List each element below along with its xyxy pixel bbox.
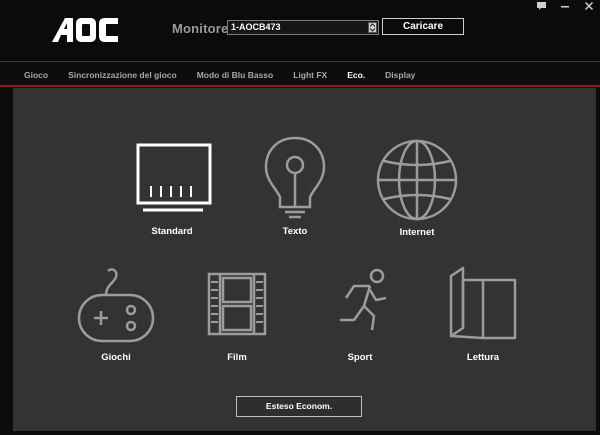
app-header: Monitore 1-AOCB473 Caricare	[0, 0, 600, 62]
gamepad-icon	[77, 268, 155, 343]
mode-label: Lettura	[466, 352, 500, 363]
mode-label: Standard	[151, 226, 193, 237]
chat-icon[interactable]	[534, 0, 548, 12]
monitor-label: Monitore	[172, 21, 229, 36]
film-icon	[207, 272, 267, 336]
tab-gioco[interactable]: Gioco	[24, 68, 48, 82]
globe-icon	[376, 139, 458, 221]
window-controls	[534, 0, 596, 12]
monitor-icon	[136, 143, 212, 212]
mode-label: Texto	[282, 226, 308, 237]
mode-texto[interactable]: Texto	[252, 135, 338, 240]
extended-eco-button[interactable]: Esteso Econom.	[236, 396, 362, 417]
minimize-icon[interactable]	[558, 0, 572, 12]
mode-internet[interactable]: Internet	[374, 137, 460, 242]
select-arrow-icon[interactable]	[368, 22, 377, 33]
tab-divider	[0, 85, 600, 87]
tab-light-fx[interactable]: Light FX	[293, 68, 327, 82]
mode-label: Internet	[399, 227, 435, 238]
load-button[interactable]: Caricare	[382, 18, 464, 35]
tab-blu-basso[interactable]: Modo di Blu Basso	[197, 68, 274, 82]
mode-label: Sport	[347, 352, 373, 363]
header-divider	[0, 61, 600, 62]
monitor-select[interactable]: 1-AOCB473	[227, 20, 379, 35]
mode-label: Film	[227, 352, 247, 363]
aoc-logo	[52, 18, 118, 42]
runner-icon	[340, 268, 387, 331]
mode-sport[interactable]: Sport	[328, 268, 392, 369]
mode-giochi[interactable]: Giochi	[76, 265, 156, 369]
lightbulb-icon	[264, 136, 326, 219]
mode-standard[interactable]: Standard	[126, 140, 218, 240]
monitor-select-value: 1-AOCB473	[231, 22, 281, 32]
close-icon[interactable]	[582, 0, 596, 12]
mode-film[interactable]: Film	[205, 272, 269, 369]
tab-eco[interactable]: Eco.	[347, 68, 365, 82]
mode-lettura[interactable]: Lettura	[447, 266, 519, 369]
book-icon	[449, 266, 517, 340]
tab-display[interactable]: Display	[385, 68, 415, 82]
tab-bar: Gioco Sincronizzazione del gioco Modo di…	[0, 68, 600, 86]
tab-sincronizzazione[interactable]: Sincronizzazione del gioco	[68, 68, 177, 82]
mode-label: Giochi	[101, 352, 131, 363]
